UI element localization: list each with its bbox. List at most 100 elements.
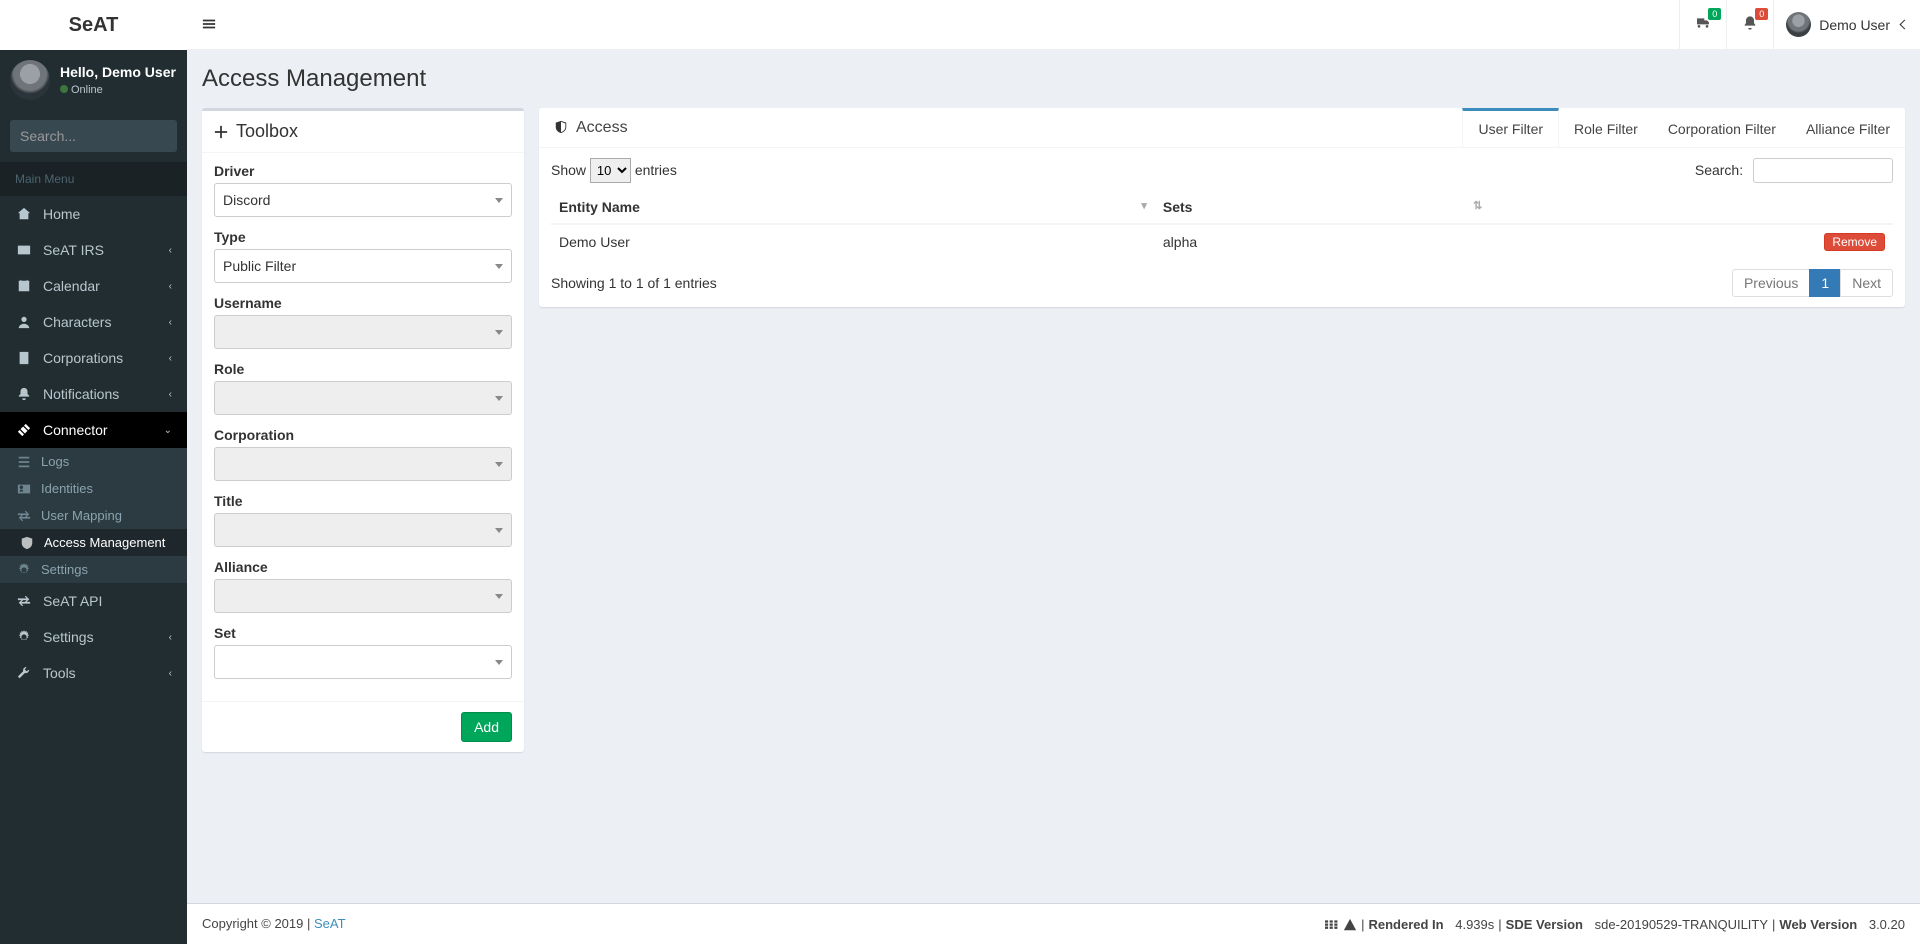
chevron-left-icon: ‹ (169, 668, 172, 679)
caret-down-icon (495, 330, 503, 335)
sidebar-subitem-access-management[interactable]: Access Management (0, 529, 187, 556)
sidebar-header: Main Menu (0, 162, 187, 196)
footer-link[interactable]: SeAT (314, 916, 346, 931)
notifications-badge: 0 (1755, 8, 1768, 21)
id-card-icon (15, 482, 33, 496)
alliance-label: Alliance (214, 559, 512, 575)
brand-logo[interactable]: SeAT (0, 0, 187, 50)
user-panel: Hello, Demo User Online (0, 50, 187, 110)
role-select[interactable] (214, 381, 512, 415)
page-1[interactable]: 1 (1809, 269, 1841, 297)
chevron-left-icon: ‹ (169, 353, 172, 364)
user-menu[interactable]: Demo User (1773, 0, 1920, 50)
exchange-icon (15, 509, 33, 523)
set-select[interactable] (214, 645, 512, 679)
alliance-select[interactable] (214, 579, 512, 613)
brand-bold: Se (69, 14, 93, 36)
chevron-left-icon: ‹ (169, 281, 172, 292)
sort-icon: ⇅ (1473, 199, 1482, 212)
list-icon (15, 455, 33, 469)
chevron-left-icon: ‹ (169, 317, 172, 328)
caret-down-icon (495, 462, 503, 467)
driver-select[interactable]: Discord (214, 183, 512, 217)
user-name: Demo User (1819, 17, 1890, 33)
corporation-label: Corporation (214, 427, 512, 443)
caret-left-icon (1900, 20, 1910, 30)
tab-corporation-filter[interactable]: Corporation Filter (1653, 108, 1791, 147)
shield-icon (18, 536, 36, 550)
tab-role-filter[interactable]: Role Filter (1559, 108, 1653, 147)
table-row: Demo User alpha Remove (551, 224, 1893, 259)
bars-icon (202, 16, 216, 34)
page-title: Access Management (202, 65, 1905, 93)
status-text: Online (71, 84, 103, 96)
sort-desc-icon: ▾ (1141, 199, 1147, 212)
sidebar-item-seat-api[interactable]: SeAT API (0, 583, 187, 619)
dt-info: Showing 1 to 1 of 1 entries (551, 275, 717, 291)
sidebar-toggle-button[interactable] (187, 0, 231, 50)
col-entity-name[interactable]: Entity Name▾ (551, 191, 1155, 224)
bell-icon (15, 387, 33, 401)
exchange-icon (15, 594, 33, 608)
dt-length-select[interactable]: 10 (590, 158, 631, 183)
plug-icon (15, 423, 33, 437)
queue-icon (1325, 916, 1339, 932)
sidebar-item-connector[interactable]: Connector⌄ (0, 412, 187, 448)
chevron-left-icon: ‹ (169, 245, 172, 256)
sidebar-subitem-user-mapping[interactable]: User Mapping (0, 502, 187, 529)
sidebar-search-form (10, 120, 177, 152)
footer-copyright: Copyright © 2019 | (202, 916, 314, 931)
type-label: Type (214, 229, 512, 245)
home-icon (15, 207, 33, 221)
toolbox-title: Toolbox (236, 121, 298, 142)
remove-button[interactable]: Remove (1824, 233, 1885, 251)
sidebar-item-calendar[interactable]: Calendar‹ (0, 268, 187, 304)
sidebar-item-notifications[interactable]: Notifications‹ (0, 376, 187, 412)
cell-sets: alpha (1155, 224, 1491, 259)
pagination: Previous 1 Next (1733, 269, 1893, 297)
search-input[interactable] (10, 120, 177, 152)
page-prev[interactable]: Previous (1732, 269, 1810, 297)
notifications-indicator[interactable]: 0 (1726, 0, 1773, 50)
tab-user-filter[interactable]: User Filter (1462, 108, 1559, 147)
username-select[interactable] (214, 315, 512, 349)
caret-down-icon (495, 528, 503, 533)
sidebar-item-settings[interactable]: Settings‹ (0, 619, 187, 655)
cogs-icon (15, 563, 33, 577)
sidebar-item-tools[interactable]: Tools‹ (0, 655, 187, 691)
calendar-icon (15, 279, 33, 293)
set-label: Set (214, 625, 512, 641)
tab-alliance-filter[interactable]: Alliance Filter (1791, 108, 1905, 147)
avatar-icon (1786, 12, 1811, 37)
col-sets[interactable]: Sets⇅ (1155, 191, 1491, 224)
caret-down-icon (495, 660, 503, 665)
sidebar-menu: Home SeAT IRS‹ Calendar‹ Characters‹ Cor… (0, 196, 187, 691)
wrench-icon (15, 666, 33, 680)
dt-search-input[interactable] (1753, 158, 1893, 183)
type-select[interactable]: Public Filter (214, 249, 512, 283)
user-icon (15, 315, 33, 329)
page-next[interactable]: Next (1840, 269, 1893, 297)
driver-label: Driver (214, 163, 512, 179)
toolbox-panel: Toolbox DriverDiscord TypePublic Filter … (202, 108, 524, 752)
add-button[interactable]: Add (461, 712, 512, 742)
chevron-left-icon: ‹ (169, 632, 172, 643)
sidebar-item-corporations[interactable]: Corporations‹ (0, 340, 187, 376)
warning-icon (1343, 916, 1357, 932)
sidebar-subitem-identities[interactable]: Identities (0, 475, 187, 502)
access-table: Entity Name▾ Sets⇅ Demo User alpha Remov… (551, 191, 1893, 259)
dt-search: Search: (1695, 158, 1893, 183)
access-panel: Access User Filter Role Filter Corporati… (539, 108, 1905, 307)
corporation-select[interactable] (214, 447, 512, 481)
sidebar-item-home[interactable]: Home (0, 196, 187, 232)
sidebar-subitem-logs[interactable]: Logs (0, 448, 187, 475)
caret-down-icon (495, 594, 503, 599)
sidebar-item-characters[interactable]: Characters‹ (0, 304, 187, 340)
jobs-indicator[interactable]: 0 (1679, 0, 1726, 50)
plus-icon (214, 121, 228, 142)
sidebar-item-seat-irs[interactable]: SeAT IRS‹ (0, 232, 187, 268)
username-label: Username (214, 295, 512, 311)
greeting: Hello, Demo User (60, 64, 176, 80)
sidebar-subitem-connector-settings[interactable]: Settings (0, 556, 187, 583)
title-select[interactable] (214, 513, 512, 547)
